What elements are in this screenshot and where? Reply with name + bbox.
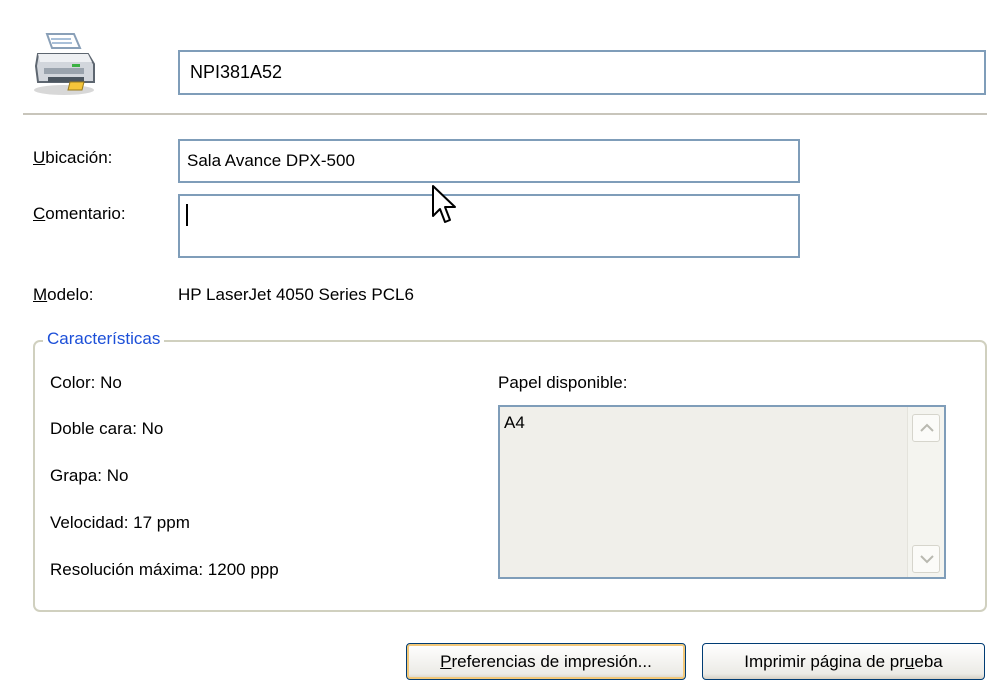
chevron-down-icon xyxy=(920,555,934,564)
feature-duplex: Doble cara: No xyxy=(50,419,164,438)
model-label: Modelo: xyxy=(33,285,94,304)
paper-listbox[interactable] xyxy=(498,405,946,579)
printing-preferences-button[interactable]: Preferencias de impresión... xyxy=(406,643,686,680)
printer-name-input[interactable] xyxy=(178,50,986,95)
scroll-down-button[interactable] xyxy=(912,545,940,573)
feature-color: Color: No xyxy=(50,373,122,392)
printer-icon xyxy=(34,33,95,95)
feature-speed: Velocidad: 17 ppm xyxy=(50,513,190,532)
header-separator xyxy=(23,113,987,116)
model-value: HP LaserJet 4050 Series PCL6 xyxy=(178,285,414,304)
feature-resolution: Resolución máxima: 1200 ppp xyxy=(50,560,279,579)
print-test-page-button[interactable]: Imprimir página de prueba xyxy=(702,643,985,680)
mouse-cursor-icon xyxy=(432,185,456,223)
feature-staple: Grapa: No xyxy=(50,466,129,485)
comment-label: Comentario: xyxy=(33,204,126,223)
chevron-up-icon xyxy=(920,423,934,432)
comment-input[interactable] xyxy=(178,194,800,258)
features-legend: Características xyxy=(43,329,165,349)
location-label: Ubicación: xyxy=(33,148,113,167)
scroll-up-button[interactable] xyxy=(912,414,940,442)
location-input[interactable] xyxy=(178,139,800,183)
text-caret xyxy=(186,204,188,226)
paper-available-label: Papel disponible: xyxy=(498,373,628,392)
paper-list-item[interactable]: A4 xyxy=(504,413,525,433)
